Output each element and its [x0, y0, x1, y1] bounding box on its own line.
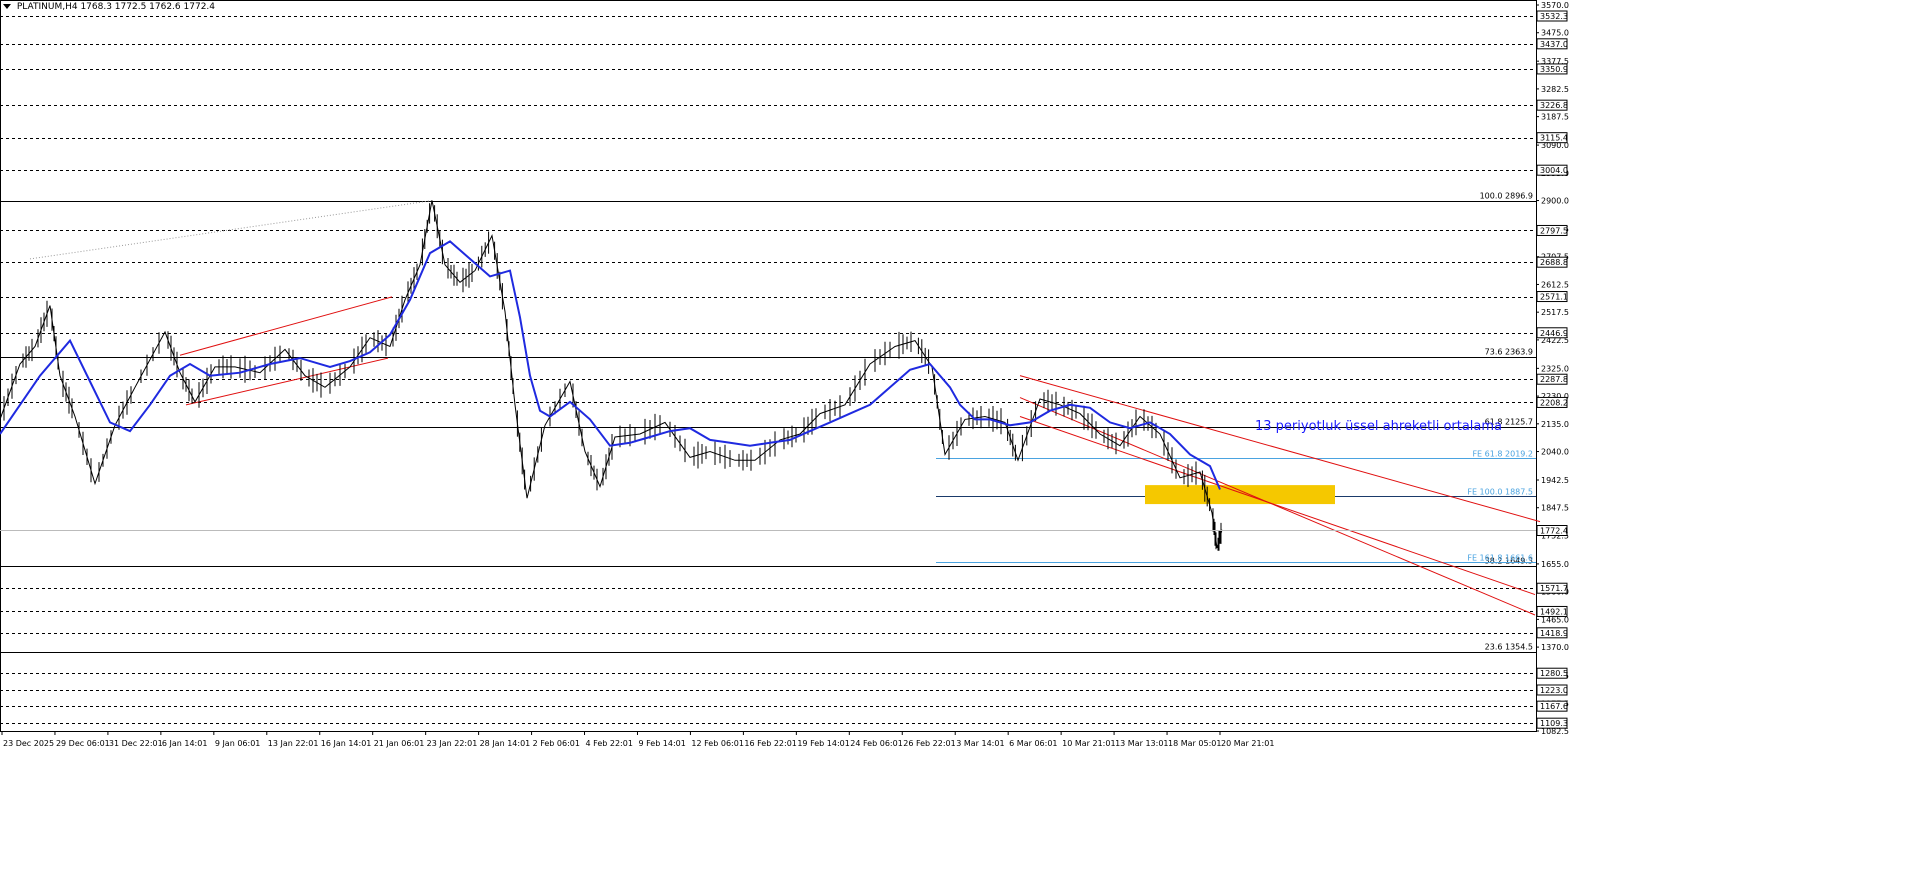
level-price-label: 2571.1	[1540, 293, 1568, 302]
x-tick-label: 20 Mar 21:01	[1221, 739, 1274, 748]
level-price-label: 1223.0	[1540, 686, 1568, 695]
x-tick-label: 23 Dec 2025	[3, 739, 54, 748]
level-price-label: 1280.5	[1540, 669, 1568, 678]
y-tick-label: 2517.5	[1541, 308, 1569, 317]
x-tick-label: 28 Jan 14:01	[480, 739, 531, 748]
x-tick-label: 24 Feb 06:01	[850, 739, 902, 748]
y-tick-label: 2900.0	[1541, 197, 1569, 206]
x-tick-label: 3 Mar 14:01	[956, 739, 1004, 748]
x-tick-label: 10 Mar 21:01	[1062, 739, 1115, 748]
y-tick-label: 1942.5	[1541, 476, 1569, 485]
y-tick-label: 2135.0	[1541, 420, 1569, 429]
level-price-label: 1571.7	[1540, 584, 1568, 593]
price-chart[interactable]: 100.0 2896.973.6 2363.961.8 2125.738.2 1…	[0, 0, 1916, 888]
x-tick-label: 13 Mar 13:01	[1115, 739, 1168, 748]
x-tick-label: 6 Mar 06:01	[1009, 739, 1057, 748]
channel-mid-line	[1019, 416, 1536, 596]
x-tick-label: 18 Mar 05:01	[1168, 739, 1221, 748]
level-price-label: 2446.9	[1540, 329, 1568, 338]
fe-level-label: FE 61.8 2019.2	[1472, 450, 1533, 459]
y-tick-label: 1370.0	[1541, 643, 1569, 652]
x-tick-label: 21 Jan 06:01	[374, 739, 425, 748]
x-tick-label: 13 Jan 22:01	[268, 739, 319, 748]
y-tick-label: 2612.5	[1541, 280, 1569, 289]
level-price-label: 1167.6	[1540, 702, 1568, 711]
channel-upper-line	[179, 296, 393, 356]
x-tick-label: 16 Feb 22:01	[744, 739, 796, 748]
fe-level-label: FE 100.0 1887.5	[1467, 488, 1533, 497]
level-price-label: 3350.9	[1540, 65, 1568, 74]
ema-annotation: 13 periyotluk üssel ahreketli ortalama	[1255, 419, 1503, 434]
level-price-label: 3437.0	[1540, 40, 1568, 49]
fib-level-label: 100.0 2896.9	[1480, 192, 1533, 201]
fib-level-label: 73.6 2363.9	[1485, 348, 1533, 357]
y-tick-label: 3475.0	[1541, 29, 1569, 38]
level-price-label: 2797.5	[1540, 226, 1568, 235]
fib-anchor-dotted-line	[29, 200, 433, 260]
fib-level-label: 23.6 1354.5	[1485, 643, 1533, 652]
level-price-label: 3115.4	[1540, 134, 1568, 143]
y-tick-label: 3282.5	[1541, 85, 1569, 94]
level-price-label: 1109.3	[1540, 719, 1568, 728]
fe-level-label: FE 161.8 1661.6	[1467, 554, 1533, 563]
y-tick-label: 2040.0	[1541, 448, 1569, 457]
x-tick-label: 12 Feb 06:01	[691, 739, 743, 748]
level-price-label: 2688.8	[1540, 258, 1568, 267]
level-price-label: 3532.3	[1540, 12, 1568, 21]
level-price-label: 3226.8	[1540, 101, 1568, 110]
chart-frame[interactable]: PLATINUM,H4 1768.3 1772.5 1762.6 1772.4 …	[0, 0, 1916, 888]
level-price-label: 1418.9	[1540, 629, 1568, 638]
x-tick-label: 6 Jan 14:01	[162, 739, 208, 748]
level-price-label: 2208.2	[1540, 398, 1568, 407]
x-tick-label: 16 Jan 14:01	[321, 739, 372, 748]
level-price-label: 2287.8	[1540, 375, 1568, 384]
x-tick-label: 4 Feb 22:01	[586, 739, 633, 748]
y-tick-label: 1847.5	[1541, 504, 1569, 513]
y-tick-label: 2325.0	[1541, 364, 1569, 373]
x-tick-label: 19 Feb 14:01	[797, 739, 849, 748]
x-tick-label: 2 Feb 06:01	[533, 739, 580, 748]
x-tick-label: 23 Jan 22:01	[427, 739, 478, 748]
channel-lower-line	[185, 357, 389, 406]
y-tick-label: 1655.0	[1541, 560, 1569, 569]
target-zone	[1145, 485, 1335, 505]
x-tick-label: 9 Jan 06:01	[215, 739, 261, 748]
y-tick-label: 3187.5	[1541, 113, 1569, 122]
current-price-label: 1772.4	[1540, 527, 1568, 536]
x-tick-label: 29 Dec 06:01	[56, 739, 110, 748]
x-tick-label: 31 Dec 22:01	[109, 739, 163, 748]
level-price-label: 3004.0	[1540, 166, 1568, 175]
y-tick-label: 3570.0	[1541, 1, 1569, 10]
x-tick-label: 26 Feb 22:01	[903, 739, 955, 748]
x-tick-label: 9 Feb 14:01	[638, 739, 685, 748]
level-price-label: 1492.1	[1540, 607, 1568, 616]
